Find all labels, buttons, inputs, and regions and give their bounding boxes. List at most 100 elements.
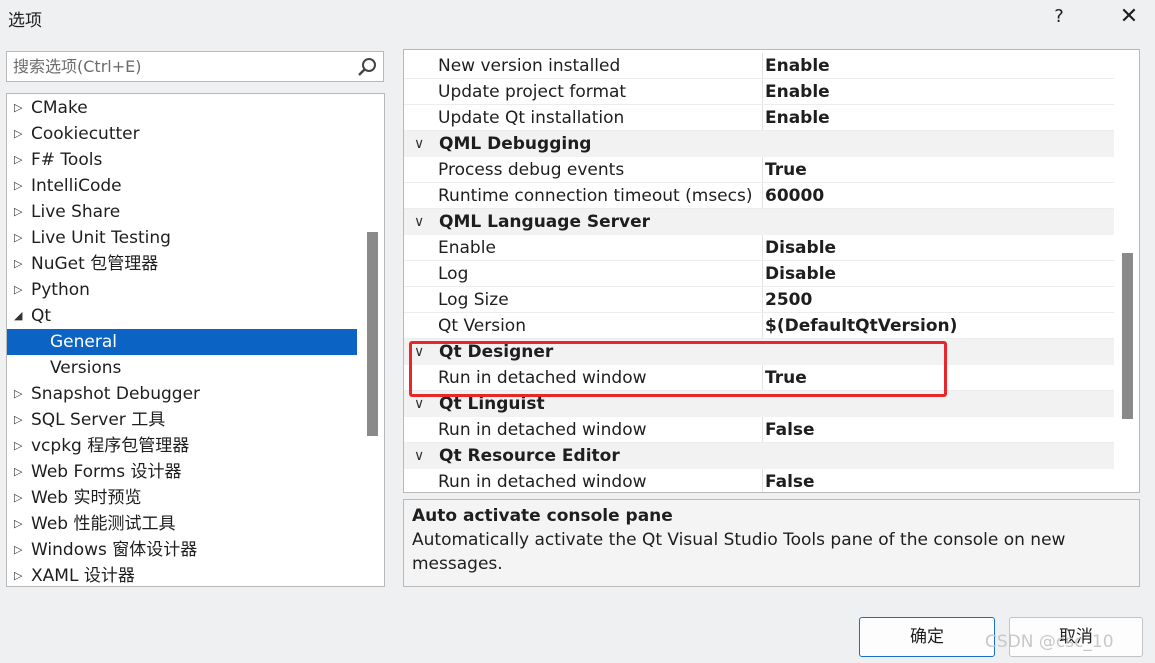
- property-category[interactable]: ∨ Qt Designer: [404, 339, 1114, 365]
- tree-item[interactable]: ▷ Cookiecutter: [7, 121, 357, 147]
- collapsed-arrow-icon[interactable]: ▷: [14, 277, 26, 303]
- search-input[interactable]: [7, 52, 352, 81]
- collapsed-arrow-icon[interactable]: ▷: [14, 121, 26, 147]
- tree-item[interactable]: ▷ vcpkg 程序包管理器: [7, 433, 357, 459]
- property-row[interactable]: Update project format Enable: [404, 79, 1114, 105]
- category-label: Qt Resource Editor: [439, 446, 620, 466]
- tree-item[interactable]: ▷ Web Forms 设计器: [7, 459, 357, 485]
- category-label: QML Language Server: [439, 212, 651, 232]
- collapsed-arrow-icon[interactable]: ▷: [14, 225, 26, 251]
- property-row[interactable]: Run in detached window True: [404, 365, 1114, 391]
- property-row[interactable]: Process debug events True: [404, 157, 1114, 183]
- chevron-down-icon[interactable]: ∨: [414, 209, 424, 235]
- property-value[interactable]: Enable: [762, 79, 830, 104]
- property-row[interactable]: Qt Version $(DefaultQtVersion): [404, 313, 1114, 339]
- tree-item[interactable]: ▷ SQL Server 工具: [7, 407, 357, 433]
- property-category[interactable]: ∨ Qt Linguist: [404, 391, 1114, 417]
- tree-item-label: NuGet 包管理器: [31, 254, 159, 274]
- tree-item-label: XAML 设计器: [31, 566, 135, 586]
- help-button[interactable]: ?: [1046, 2, 1072, 32]
- property-name: Runtime connection timeout (msecs): [438, 186, 753, 206]
- property-row[interactable]: Run in detached window False: [404, 417, 1114, 443]
- tree-item-label: IntelliCode: [31, 176, 122, 196]
- tree-item[interactable]: ▷ F# Tools: [7, 147, 357, 173]
- options-tree[interactable]: ▷ CMake ▷ Cookiecutter ▷ F# Tools ▷ IntelliCode…: [6, 93, 385, 587]
- property-row[interactable]: Log Disable: [404, 261, 1114, 287]
- tree-item[interactable]: ▷ IntelliCode: [7, 173, 357, 199]
- property-value[interactable]: True: [762, 157, 807, 182]
- property-row[interactable]: Enable Disable: [404, 235, 1114, 261]
- property-category[interactable]: ∨ Qt Resource Editor: [404, 443, 1114, 469]
- tree-item[interactable]: ◢ Qt: [7, 303, 357, 329]
- tree-item[interactable]: General: [7, 329, 357, 355]
- window-title: 选项: [8, 11, 42, 31]
- property-value[interactable]: 60000: [762, 183, 824, 208]
- property-value[interactable]: Enable: [762, 105, 830, 130]
- expanded-arrow-icon[interactable]: ◢: [14, 303, 26, 329]
- tree-item[interactable]: ▷ XAML 设计器: [7, 563, 357, 586]
- property-row[interactable]: Log Size 2500: [404, 287, 1114, 313]
- close-button[interactable]: ✕: [1114, 2, 1144, 32]
- tree-scrollbar-thumb[interactable]: [367, 232, 378, 436]
- search-box[interactable]: [6, 51, 384, 82]
- category-label: QML Debugging: [439, 134, 592, 154]
- tree-item[interactable]: ▷ CMake: [7, 95, 357, 121]
- collapsed-arrow-icon[interactable]: ▷: [14, 407, 26, 433]
- tree-item-label: Versions: [50, 358, 122, 378]
- collapsed-arrow-icon[interactable]: ▷: [14, 173, 26, 199]
- collapsed-arrow-icon[interactable]: ▷: [14, 251, 26, 277]
- tree-item-label: F# Tools: [31, 150, 103, 170]
- tree-item[interactable]: ▷ Live Share: [7, 199, 357, 225]
- tree-item-label: Windows 窗体设计器: [31, 540, 198, 560]
- description-title: Auto activate console pane: [412, 506, 673, 526]
- collapsed-arrow-icon[interactable]: ▷: [14, 199, 26, 225]
- grid-scrollbar-thumb[interactable]: [1122, 253, 1133, 419]
- property-row[interactable]: Run in detached window False: [404, 469, 1114, 492]
- property-category[interactable]: ∨ QML Debugging: [404, 131, 1114, 157]
- collapsed-arrow-icon[interactable]: ▷: [14, 537, 26, 563]
- property-row[interactable]: Runtime connection timeout (msecs) 60000: [404, 183, 1114, 209]
- property-value[interactable]: Disable: [762, 235, 836, 260]
- property-value[interactable]: True: [762, 365, 807, 390]
- chevron-down-icon[interactable]: ∨: [414, 131, 424, 157]
- tree-item[interactable]: ▷ Windows 窗体设计器: [7, 537, 357, 563]
- property-row[interactable]: Update Qt installation Enable: [404, 105, 1114, 131]
- chevron-down-icon[interactable]: ∨: [414, 443, 424, 469]
- property-value[interactable]: False: [762, 417, 815, 442]
- search-icon[interactable]: [357, 57, 377, 77]
- collapsed-arrow-icon[interactable]: ▷: [14, 485, 26, 511]
- cancel-button[interactable]: 取消: [1009, 617, 1143, 657]
- collapsed-arrow-icon[interactable]: ▷: [14, 511, 26, 537]
- collapsed-arrow-icon[interactable]: ▷: [14, 459, 26, 485]
- property-value[interactable]: False: [762, 469, 815, 492]
- property-name: Run in detached window: [438, 420, 647, 440]
- tree-item[interactable]: ▷ Snapshot Debugger: [7, 381, 357, 407]
- property-grid[interactable]: New version installed Enable Update projec…: [403, 49, 1140, 493]
- property-name: New version installed: [438, 56, 621, 76]
- tree-item[interactable]: ▷ Web 性能测试工具: [7, 511, 357, 537]
- collapsed-arrow-icon[interactable]: ▷: [14, 147, 26, 173]
- ok-button[interactable]: 确定: [859, 617, 995, 657]
- tree-item-label: Python: [31, 280, 90, 300]
- collapsed-arrow-icon[interactable]: ▷: [14, 95, 26, 121]
- tree-item[interactable]: ▷ Web 实时预览: [7, 485, 357, 511]
- property-value[interactable]: Disable: [762, 261, 836, 286]
- property-name: Qt Version: [438, 316, 526, 336]
- chevron-down-icon[interactable]: ∨: [414, 339, 424, 365]
- collapsed-arrow-icon[interactable]: ▷: [14, 563, 26, 586]
- property-value[interactable]: 2500: [762, 287, 812, 312]
- property-name: Log: [438, 264, 469, 284]
- close-icon: ✕: [1119, 4, 1139, 29]
- property-row[interactable]: New version installed Enable: [404, 53, 1114, 79]
- collapsed-arrow-icon[interactable]: ▷: [14, 381, 26, 407]
- collapsed-arrow-icon[interactable]: ▷: [14, 433, 26, 459]
- tree-item[interactable]: ▷ NuGet 包管理器: [7, 251, 357, 277]
- property-category[interactable]: ∨ QML Language Server: [404, 209, 1114, 235]
- tree-item[interactable]: ▷ Python: [7, 277, 357, 303]
- tree-item[interactable]: ▷ Live Unit Testing: [7, 225, 357, 251]
- description-pane: Auto activate console pane Automatically…: [403, 499, 1140, 587]
- tree-item[interactable]: Versions: [7, 355, 357, 381]
- property-value[interactable]: Enable: [762, 53, 830, 78]
- property-value[interactable]: $(DefaultQtVersion): [762, 313, 957, 338]
- chevron-down-icon[interactable]: ∨: [414, 391, 424, 417]
